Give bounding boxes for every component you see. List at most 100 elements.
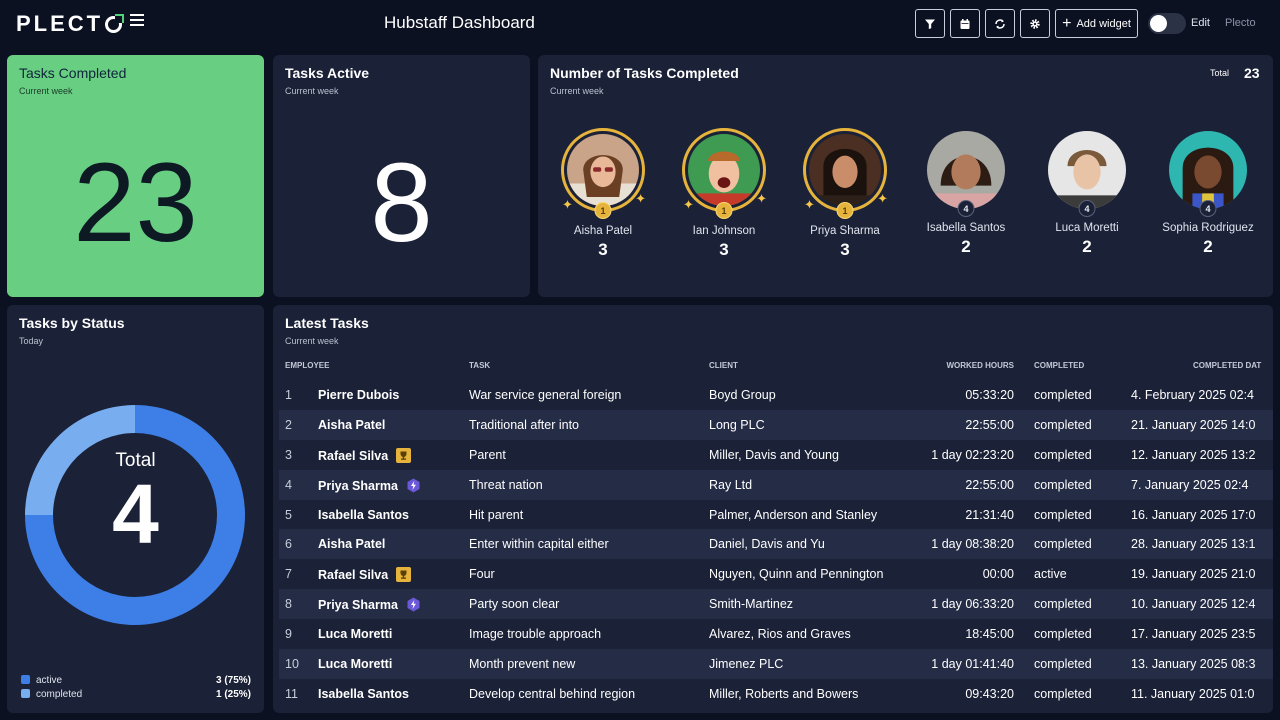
table-row[interactable]: 3 Rafael Silva Parent Miller, Davis and You… bbox=[279, 440, 1273, 470]
tasks-by-status-widget[interactable]: Tasks by Status Today Total 4 active 3 (… bbox=[7, 305, 264, 713]
calendar-button[interactable] bbox=[950, 9, 980, 38]
table-row[interactable]: 4 Priya Sharma Threat nation Ray Ltd 22:55:0… bbox=[279, 469, 1273, 500]
task-cell: Enter within capital either bbox=[469, 537, 609, 551]
table-row[interactable]: 6 Aisha Patel Enter within capital either D… bbox=[279, 529, 1273, 560]
completed-status-cell: active bbox=[1034, 567, 1067, 581]
column-header-employee[interactable]: EMPLOYEE bbox=[285, 361, 329, 370]
worked-hours-cell: 1 day 08:38:20 bbox=[931, 537, 1014, 551]
task-cell: Four bbox=[469, 567, 495, 581]
leaderboard-person[interactable]: ✦ ✦ 1 Priya Sharma 3 bbox=[785, 128, 905, 260]
avatar: ✦ ✦ 1 bbox=[803, 128, 888, 219]
add-widget-label: Add widget bbox=[1076, 17, 1131, 30]
worked-hours-cell: 21:31:40 bbox=[965, 508, 1014, 522]
table-row[interactable]: 9 Luca Moretti Image trouble approach Alvar… bbox=[279, 619, 1273, 649]
leaderboard-person[interactable]: ✦ ✦ 1 Ian Johnson 3 bbox=[664, 128, 784, 260]
edit-toggle[interactable] bbox=[1148, 13, 1186, 34]
donut-total-value: 4 bbox=[112, 467, 159, 561]
task-cell: Hit parent bbox=[469, 508, 523, 522]
completed-date-cell-text: 21. January 2025 14:0 bbox=[1131, 417, 1256, 432]
latest-tasks-widget[interactable]: Latest Tasks Current week EMPLOYEE TASK … bbox=[273, 305, 1273, 713]
leaderboard-widget[interactable]: Number of Tasks Completed Current week T… bbox=[538, 55, 1273, 297]
employee-cell: Luca Moretti bbox=[318, 657, 392, 671]
person-value: 3 bbox=[719, 240, 729, 259]
tasks-active-widget[interactable]: Tasks Active Current week 8 bbox=[273, 55, 530, 297]
plecto-logo[interactable]: PLECT bbox=[16, 11, 125, 37]
rank-badge: 1 bbox=[836, 202, 854, 219]
gear-icon bbox=[1030, 18, 1040, 29]
completed-status-cell: completed bbox=[1034, 448, 1092, 462]
hamburger-menu-icon[interactable] bbox=[130, 14, 144, 26]
leaderboard-person[interactable]: ✦ ✦ 1 Aisha Patel 3 bbox=[543, 128, 663, 260]
worked-hours-cell: 1 day 01:41:40 bbox=[931, 657, 1014, 671]
completed-date-cell-text: 17. January 2025 23:5 bbox=[1131, 627, 1256, 642]
leaderboard-person[interactable]: 4 Sophia Rodriguez 2 bbox=[1148, 128, 1268, 257]
client-cell-text: Palmer, Anderson and Stanley bbox=[709, 507, 878, 522]
employee-cell-text: Priya Sharma bbox=[318, 478, 398, 493]
completed-status-cell: completed bbox=[1034, 418, 1092, 432]
account-label[interactable]: Plecto bbox=[1225, 17, 1256, 29]
person-value: 3 bbox=[598, 240, 608, 259]
employee-cell-text: Pierre Dubois bbox=[318, 388, 400, 402]
add-widget-button[interactable]: + Add widget bbox=[1055, 9, 1138, 38]
employee-cell: Aisha Patel bbox=[318, 418, 385, 432]
employee-cell: Rafael Silva bbox=[318, 567, 412, 583]
task-cell: Party soon clear bbox=[469, 597, 559, 611]
tasks-table-body: 1 Pierre Dubois War service general foreig… bbox=[279, 380, 1273, 709]
completed-date-cell: 19. January 2025 21:0 bbox=[1131, 567, 1255, 581]
task-cell: Image trouble approach bbox=[469, 627, 601, 641]
avatar: 4 bbox=[1169, 131, 1247, 217]
table-row[interactable]: 2 Aisha Patel Traditional after into Long P… bbox=[279, 409, 1273, 440]
employee-cell: Pierre Dubois bbox=[318, 388, 399, 402]
task-cell-text: Parent bbox=[469, 447, 506, 462]
kpi-value: 23 bbox=[73, 140, 198, 265]
column-header-completed[interactable]: COMPLETED bbox=[1034, 361, 1084, 370]
refresh-button[interactable] bbox=[985, 9, 1015, 38]
filter-icon bbox=[925, 19, 935, 29]
employee-cell: Rafael Silva bbox=[318, 447, 412, 463]
leaderboard-person[interactable]: 4 Isabella Santos 2 bbox=[906, 128, 1026, 257]
completed-date-cell: 28. January 2025 13:1 bbox=[1131, 537, 1255, 551]
completed-status-cell: completed bbox=[1034, 597, 1092, 611]
task-cell-text: War service general foreign bbox=[469, 388, 622, 402]
client-cell: Long PLC bbox=[709, 418, 765, 432]
leaderboard-person[interactable]: 4 Luca Moretti 2 bbox=[1027, 128, 1147, 257]
completed-status-cell-text: completed bbox=[1034, 597, 1092, 612]
task-cell-text: Traditional after into bbox=[469, 417, 580, 432]
person-name: Luca Moretti bbox=[1055, 222, 1119, 234]
column-header-task[interactable]: TASK bbox=[469, 361, 490, 370]
completed-status-cell-text: completed bbox=[1034, 447, 1092, 462]
table-row[interactable]: 8 Priya Sharma Party soon clear Smith-Marti… bbox=[279, 589, 1273, 620]
settings-button[interactable] bbox=[1020, 9, 1050, 38]
legend-item-completed[interactable]: completed 1 (25%) bbox=[21, 689, 251, 700]
donut-center: Total 4 bbox=[7, 450, 264, 556]
legend-item-active[interactable]: active 3 (75%) bbox=[21, 675, 251, 686]
task-cell-text: Month prevent new bbox=[469, 657, 576, 672]
employee-cell-text: Aisha Patel bbox=[318, 537, 386, 552]
column-header-completed-date[interactable]: COMPLETED DAT bbox=[1193, 361, 1261, 370]
table-row[interactable]: 7 Rafael Silva Four Nguyen, Quinn and Penni… bbox=[279, 559, 1273, 589]
person-value: 2 bbox=[1082, 237, 1092, 256]
widget-subtitle: Current week bbox=[550, 86, 604, 96]
worked-hours-cell-text: 1 day 01:41:40 bbox=[931, 657, 1014, 672]
table-row[interactable]: 10 Luca Moretti Month prevent new Jimenez P… bbox=[279, 649, 1273, 679]
tasks-completed-widget[interactable]: Tasks Completed Current week 23 bbox=[7, 55, 264, 297]
table-row[interactable]: 1 Pierre Dubois War service general foreig… bbox=[279, 380, 1273, 410]
client-cell: Miller, Davis and Young bbox=[709, 448, 839, 462]
row-index-text: 1 bbox=[285, 388, 292, 402]
table-row[interactable]: 11 Isabella Santos Develop central behind … bbox=[279, 679, 1273, 709]
person-value: 2 bbox=[961, 237, 971, 256]
legend-value: 1 (25%) bbox=[215, 689, 251, 700]
column-header-client[interactable]: CLIENT bbox=[709, 361, 738, 370]
row-index: 7 bbox=[285, 567, 292, 581]
trophy-badge-icon bbox=[396, 567, 412, 583]
widget-subtitle: Current week bbox=[285, 336, 339, 346]
table-row[interactable]: 5 Isabella Santos Hit parent Palmer, Anders… bbox=[279, 500, 1273, 530]
widget-subtitle: Today bbox=[19, 336, 44, 346]
filter-button[interactable] bbox=[915, 9, 945, 38]
row-index: 8 bbox=[285, 597, 292, 611]
completed-status-cell: completed bbox=[1034, 478, 1092, 492]
client-cell: Boyd Group bbox=[709, 388, 776, 402]
employee-cell-text: Isabella Santos bbox=[318, 507, 410, 522]
column-header-worked-hours[interactable]: WORKED HOURS bbox=[946, 361, 1014, 370]
row-index: 10 bbox=[285, 657, 299, 671]
